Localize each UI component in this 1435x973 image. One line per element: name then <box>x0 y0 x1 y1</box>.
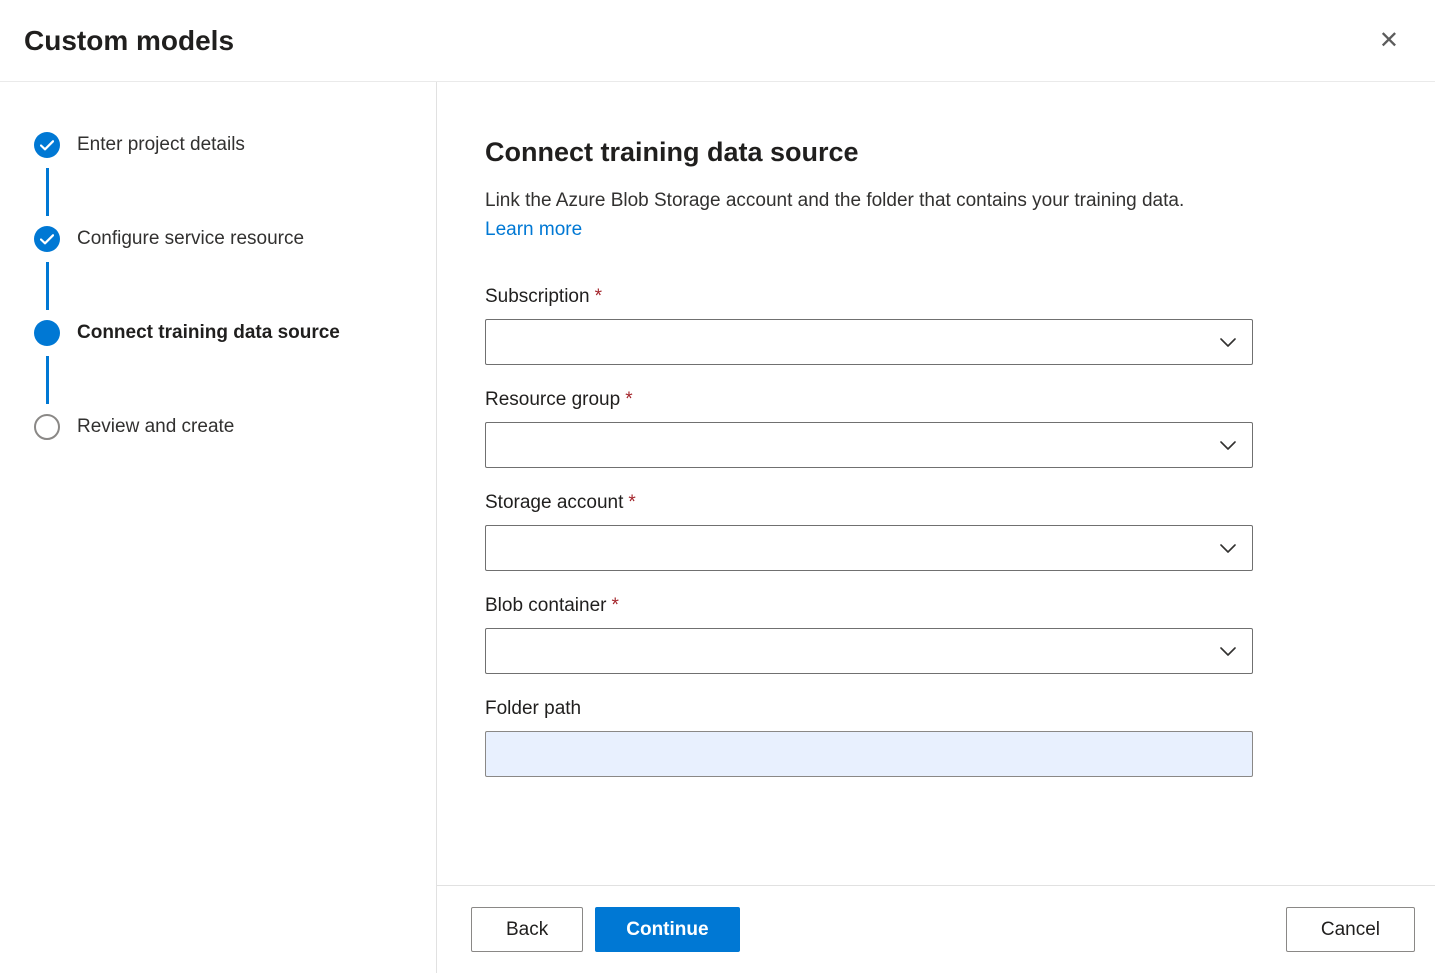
main-panel: Connect training data source Link the Az… <box>437 82 1435 973</box>
field-label: Resource group* <box>485 389 1387 411</box>
storage-account-field: Storage account* <box>485 492 1387 571</box>
step-completed-icon <box>34 132 60 158</box>
page-title: Connect training data source <box>485 137 1387 168</box>
close-icon: ✕ <box>1379 27 1399 54</box>
resource-group-field: Resource group* <box>485 389 1387 468</box>
resource-group-dropdown[interactable] <box>485 422 1253 468</box>
chevron-down-icon <box>1220 338 1236 347</box>
step-upcoming-icon <box>34 414 60 440</box>
stepper-step-configure-service-resource[interactable]: Configure service resource <box>34 226 436 252</box>
required-asterisk: * <box>595 286 602 307</box>
chevron-down-icon <box>1220 441 1236 450</box>
page-description: Link the Azure Blob Storage account and … <box>485 186 1230 244</box>
dialog-header: Custom models ✕ <box>0 0 1435 82</box>
close-button[interactable]: ✕ <box>1371 23 1407 59</box>
check-icon <box>40 140 54 151</box>
field-label: Blob container* <box>485 595 1387 617</box>
back-button[interactable]: Back <box>471 907 583 952</box>
description-text: Link the Azure Blob Storage account and … <box>485 190 1184 211</box>
subscription-dropdown[interactable] <box>485 319 1253 365</box>
required-asterisk: * <box>628 492 635 513</box>
required-asterisk: * <box>611 595 618 616</box>
subscription-field: Subscription* <box>485 286 1387 365</box>
field-label: Subscription* <box>485 286 1387 308</box>
stepper-connector <box>46 262 49 310</box>
step-current-icon <box>34 320 60 346</box>
stepper-step-review-and-create: Review and create <box>34 414 436 440</box>
step-label: Review and create <box>77 416 234 438</box>
step-label: Enter project details <box>77 134 245 156</box>
field-label: Storage account* <box>485 492 1387 514</box>
dialog-title: Custom models <box>24 25 234 57</box>
field-label: Folder path <box>485 698 1387 720</box>
step-label: Connect training data source <box>77 322 340 344</box>
step-completed-icon <box>34 226 60 252</box>
step-label: Configure service resource <box>77 228 304 250</box>
required-asterisk: * <box>625 389 632 410</box>
check-icon <box>40 234 54 245</box>
stepper-connector <box>46 356 49 404</box>
continue-button[interactable]: Continue <box>595 907 739 952</box>
stepper-connector <box>46 168 49 216</box>
training-data-source-form: Subscription* Resource group* <box>485 286 1387 777</box>
learn-more-link[interactable]: Learn more <box>485 219 582 240</box>
chevron-down-icon <box>1220 647 1236 656</box>
blob-container-dropdown[interactable] <box>485 628 1253 674</box>
folder-path-input[interactable] <box>485 731 1253 777</box>
chevron-down-icon <box>1220 544 1236 553</box>
stepper-step-enter-project-details[interactable]: Enter project details <box>34 132 436 158</box>
dialog-footer: Back Continue Cancel <box>437 885 1435 973</box>
wizard-stepper: Enter project details Configure service … <box>0 82 437 973</box>
stepper-step-connect-training-data-source[interactable]: Connect training data source <box>34 320 436 346</box>
blob-container-field: Blob container* <box>485 595 1387 674</box>
cancel-button[interactable]: Cancel <box>1286 907 1415 952</box>
folder-path-field: Folder path <box>485 698 1387 777</box>
storage-account-dropdown[interactable] <box>485 525 1253 571</box>
